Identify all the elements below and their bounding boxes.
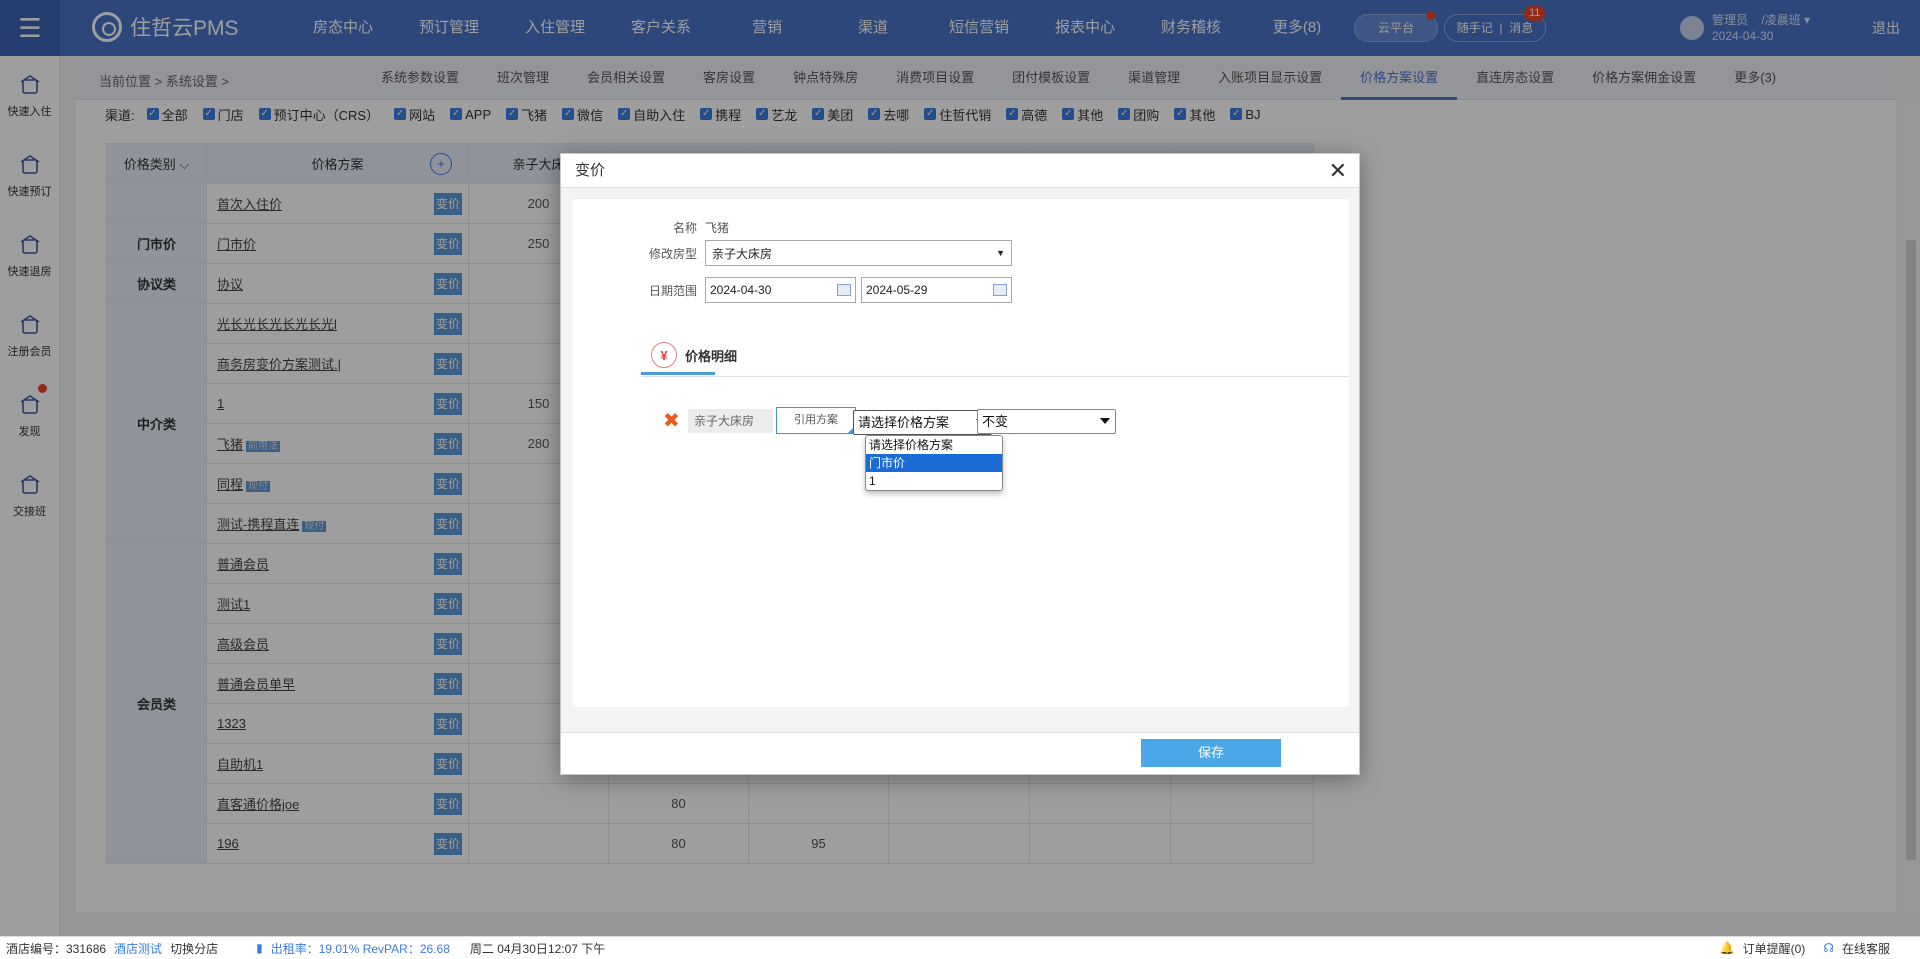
order-remind-link[interactable]: 订单提醒(0) bbox=[1743, 940, 1806, 957]
datetime: 周二 04月30日12:07 下午 bbox=[469, 941, 606, 956]
remove-row-icon[interactable]: ✖ bbox=[663, 411, 683, 431]
chevron-down-icon bbox=[1100, 418, 1110, 424]
tab-price-detail[interactable]: ¥ 价格明细 bbox=[651, 342, 737, 368]
occupancy-stats: 出租率：19.01% RevPAR：26.68 bbox=[270, 941, 450, 956]
dropdown-arrow-icon: ▼ bbox=[996, 248, 1005, 258]
tab-price-detail-label: 价格明细 bbox=[685, 348, 738, 364]
price-plan-select[interactable]: 请选择价格方案 bbox=[853, 410, 992, 435]
name-value: 飞猪 bbox=[705, 221, 730, 235]
calendar-icon[interactable] bbox=[993, 284, 1007, 296]
tab-active-underline bbox=[641, 372, 715, 375]
calendar-icon[interactable] bbox=[837, 284, 851, 296]
plan-option-1[interactable]: 门市价 bbox=[866, 454, 1002, 472]
save-button[interactable]: 保存 bbox=[1141, 739, 1281, 767]
plan-option-2[interactable]: 1 bbox=[866, 472, 1002, 490]
online-support-link[interactable]: 在线客服 bbox=[1842, 940, 1890, 957]
tab-divider bbox=[641, 374, 1349, 377]
plan-option-0[interactable]: 请选择价格方案 bbox=[866, 436, 1002, 454]
status-bar: 酒店编号：331686 酒店测试 切换分店 ▮ 出租率：19.01% RevPA… bbox=[0, 936, 1920, 959]
headset-icon: ☊ bbox=[1823, 941, 1834, 955]
bell-icon: 🔔 bbox=[1719, 941, 1735, 955]
price-plan-options: 请选择价格方案 门市价 1 bbox=[865, 435, 1003, 491]
room-type-select[interactable]: 亲子大床房 ▼ bbox=[705, 240, 1012, 266]
chart-icon: ▮ bbox=[256, 941, 263, 955]
close-icon[interactable]: ✕ bbox=[1329, 158, 1347, 184]
dialog-footer: 保存 bbox=[561, 732, 1359, 774]
hotel-name[interactable]: 酒店测试 bbox=[114, 940, 162, 957]
room-type-label: 修改房型 bbox=[648, 246, 697, 261]
dialog-title: 变价 bbox=[561, 154, 1359, 188]
date-to-input[interactable]: 2024-05-29 bbox=[861, 277, 1012, 303]
yen-icon: ¥ bbox=[651, 342, 677, 368]
switch-branch-button[interactable]: 切换分店 bbox=[170, 940, 218, 957]
room-type-value: 亲子大床房 bbox=[712, 246, 773, 261]
date-range-label: 日期范围 bbox=[648, 283, 697, 298]
name-label: 名称 bbox=[672, 221, 697, 235]
hotel-number: 酒店编号：331686 bbox=[6, 941, 107, 956]
row-room-name: 亲子大床房 bbox=[688, 409, 773, 433]
date-from-input[interactable]: 2024-04-30 bbox=[705, 277, 856, 303]
change-mode-select[interactable]: 不变 bbox=[977, 409, 1116, 434]
cite-plan-button[interactable]: 引用方案 bbox=[776, 407, 856, 434]
